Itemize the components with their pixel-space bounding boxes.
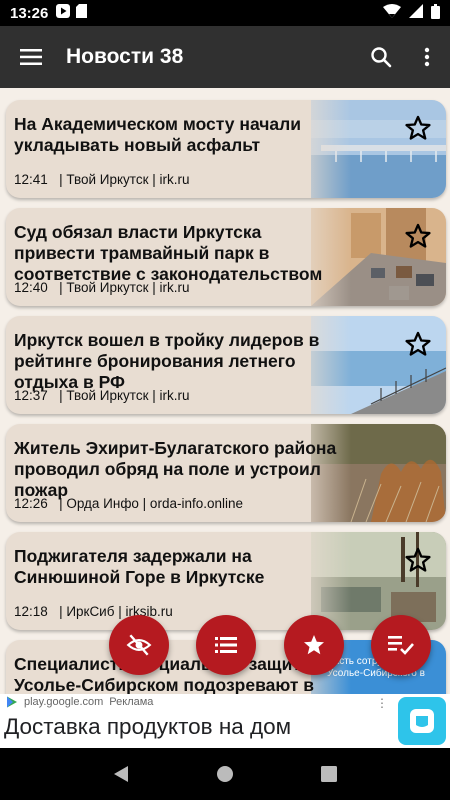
news-time: 12:41 bbox=[14, 172, 48, 187]
overflow-menu-button[interactable] bbox=[404, 26, 450, 88]
favorite-star-icon[interactable] bbox=[404, 114, 432, 142]
favorite-star-icon[interactable] bbox=[404, 546, 432, 574]
news-title: На Академическом мосту начали укладывать… bbox=[14, 114, 302, 155]
favorite-star-icon[interactable] bbox=[404, 222, 432, 250]
news-meta: 12:26 | Орда Инфо | orda-info.online bbox=[14, 496, 243, 511]
list-button[interactable] bbox=[196, 615, 256, 675]
news-card[interactable]: Суд обязал власти Иркутска привести трам… bbox=[6, 208, 446, 306]
news-feed[interactable]: На Академическом мосту начали укладывать… bbox=[0, 88, 450, 694]
status-time: 13:26 bbox=[10, 4, 49, 22]
news-time: 12:26 bbox=[14, 496, 48, 511]
back-icon[interactable] bbox=[113, 765, 129, 783]
news-meta: 12:37 | Твой Иркутск | irk.ru bbox=[14, 388, 190, 403]
news-source: | Твой Иркутск | irk.ru bbox=[59, 388, 190, 403]
ad-banner[interactable]: play.google.com Реклама ⋮ Доставка проду… bbox=[0, 694, 450, 748]
ad-options-button[interactable]: ⋮ bbox=[376, 696, 388, 710]
news-source: | ИркСиб | irksib.ru bbox=[59, 604, 173, 619]
ad-label: Реклама bbox=[109, 696, 154, 708]
search-icon bbox=[371, 47, 392, 68]
battery-icon bbox=[431, 3, 440, 23]
news-time: 12:40 bbox=[14, 280, 48, 295]
more-vertical-icon bbox=[424, 47, 430, 67]
news-source: | Твой Иркутск | irk.ru bbox=[59, 280, 190, 295]
news-title: Иркутск вошел в тройку лидеров в рейтинг… bbox=[14, 330, 320, 392]
ad-domain: play.google.com bbox=[24, 696, 104, 708]
status-bar: 13:26 bbox=[0, 0, 450, 26]
app-title: Новости 38 bbox=[66, 45, 184, 68]
news-card[interactable]: Иркутск вошел в тройку лидеров в рейтинг… bbox=[6, 316, 446, 414]
menu-button[interactable] bbox=[0, 26, 62, 88]
news-source: | Твой Иркутск | irk.ru bbox=[59, 172, 190, 187]
news-card[interactable]: Житель Эхирит-Булагатского района провод… bbox=[6, 424, 446, 522]
star-icon bbox=[304, 635, 324, 655]
news-title: Поджигателя задержали на Синюшиной Горе … bbox=[14, 546, 265, 587]
ad-header: play.google.com Реклама bbox=[6, 696, 153, 708]
playlist-check-icon bbox=[388, 636, 414, 655]
eye-off-icon bbox=[126, 634, 152, 656]
news-time: 12:18 bbox=[14, 604, 48, 619]
play-store-notification-icon bbox=[56, 4, 71, 22]
list-icon bbox=[215, 637, 237, 653]
mark-read-button[interactable] bbox=[371, 615, 431, 675]
news-source: | Орда Инфо | orda-info.online bbox=[59, 496, 243, 511]
news-meta: 12:41 | Твой Иркутск | irk.ru bbox=[14, 172, 190, 187]
system-nav-bar bbox=[0, 748, 450, 800]
hamburger-menu-icon bbox=[20, 49, 42, 65]
sd-card-icon bbox=[76, 4, 88, 22]
recents-icon[interactable] bbox=[320, 766, 337, 782]
news-meta: 12:40 | Твой Иркутск | irk.ru bbox=[14, 280, 190, 295]
search-button[interactable] bbox=[358, 26, 404, 88]
wifi-icon bbox=[383, 4, 401, 22]
app-bar: Новости 38 bbox=[0, 26, 450, 88]
favorite-star-icon[interactable] bbox=[404, 330, 432, 358]
news-time: 12:37 bbox=[14, 388, 48, 403]
news-title: Житель Эхирит-Булагатского района провод… bbox=[14, 438, 337, 500]
home-icon[interactable] bbox=[216, 765, 234, 783]
ad-title[interactable]: Доставка продуктов на дом bbox=[4, 714, 291, 740]
news-card[interactable]: На Академическом мосту начали укладывать… bbox=[6, 100, 446, 198]
favorites-button[interactable] bbox=[284, 615, 344, 675]
signal-icon bbox=[409, 4, 423, 22]
news-title: Суд обязал власти Иркутска привести трам… bbox=[14, 222, 323, 284]
ad-app-icon[interactable] bbox=[398, 697, 446, 745]
hide-read-button[interactable] bbox=[109, 615, 169, 675]
google-play-icon bbox=[7, 696, 17, 708]
